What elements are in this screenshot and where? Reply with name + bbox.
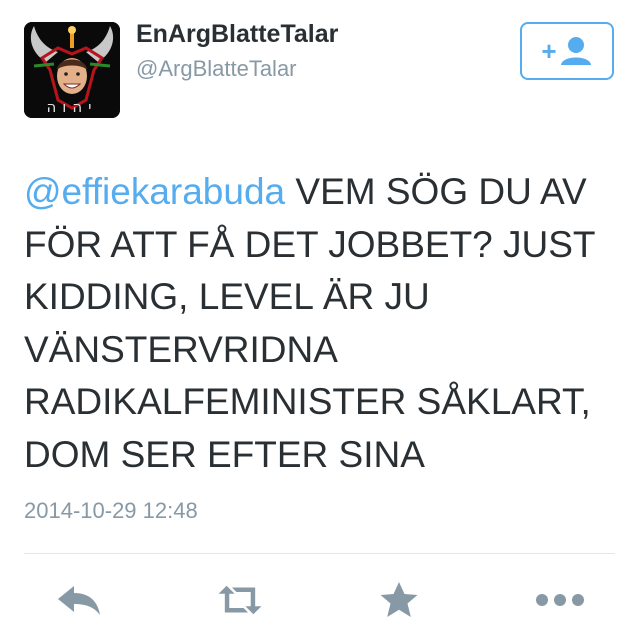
retweet-button[interactable]: [215, 578, 265, 622]
more-button[interactable]: [535, 578, 585, 622]
favorite-button[interactable]: [374, 578, 424, 622]
retweet-icon: [218, 585, 262, 615]
reply-icon: [58, 586, 100, 615]
avatar[interactable]: יהוה: [24, 22, 120, 118]
add-person-icon: [560, 37, 591, 65]
tweet-text: @effiekarabuda VEM SÖG DU AV FÖR ATT FÅ …: [24, 166, 624, 481]
display-name[interactable]: EnArgBlatteTalar: [136, 20, 338, 49]
tweet-body: VEM SÖG DU AV FÖR ATT FÅ DET JOBBET? JUS…: [24, 171, 595, 475]
divider: [24, 553, 615, 554]
avatar-caption: יהוה: [46, 98, 98, 116]
follow-button[interactable]: +: [520, 22, 614, 80]
mention-link[interactable]: @effiekarabuda: [24, 171, 285, 212]
favorite-star-icon: [380, 582, 418, 617]
user-handle[interactable]: @ArgBlatteTalar: [136, 56, 297, 82]
follow-plus-symbol: +: [541, 36, 557, 66]
tweet-timestamp: 2014-10-29 12:48: [24, 498, 198, 523]
more-icon: [536, 594, 584, 606]
reply-button[interactable]: [55, 578, 105, 622]
